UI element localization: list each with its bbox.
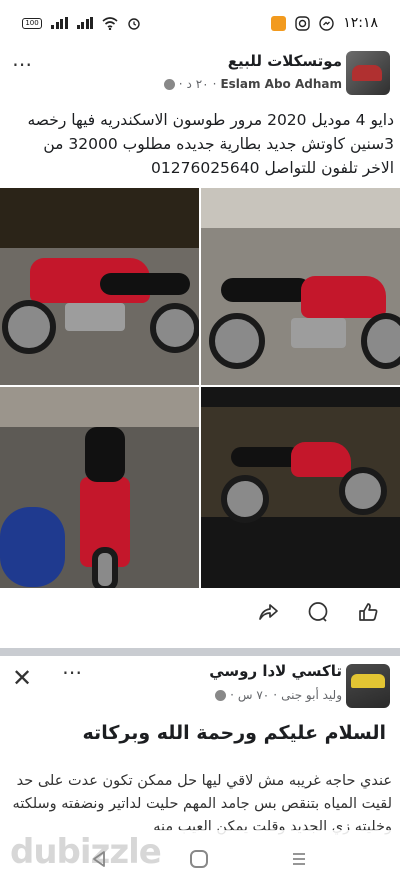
motorcycle-photo-4[interactable] [201,387,400,588]
post-divider [0,648,400,656]
bike-engine [291,318,346,348]
street-background [0,387,199,427]
app-notification-icon [271,15,287,31]
post-text: دايو 4 موديل 2020 مرور طوسون الاسكندريه … [27,111,395,177]
like-button[interactable] [356,600,380,624]
rear-wheel [221,475,269,523]
facebook-messenger-icon [319,15,334,31]
comment-icon [308,602,328,622]
share-icon [259,604,278,620]
motorcycle-photo-2[interactable] [201,188,400,385]
shop-background [0,188,199,248]
group-avatar[interactable] [346,51,390,95]
share-button[interactable] [256,600,280,624]
author-name[interactable]: Eslam Abo Adham [220,77,342,91]
bike-fuel-tank [291,442,351,477]
more-options-icon[interactable]: ⋯ [12,52,33,76]
rear-wheel [209,313,265,369]
group-name[interactable]: موتسكلات للبيع [228,52,342,70]
bottom-navigation-bar: dubizzle [0,830,400,888]
recent-apps-icon[interactable] [288,848,310,870]
globe-icon [215,689,227,701]
meta-separator: · [212,77,217,91]
post-age: ٧٠ س [237,688,270,702]
group-name[interactable]: تاكسي لادا روسي [209,662,342,680]
front-wheel [339,467,387,515]
instagram-icon [295,15,310,31]
street-background [201,188,400,228]
author-name[interactable]: وليد أبو جنى [281,688,342,702]
dubizzle-watermark: dubizzle [10,832,162,872]
motorcycle-photo-3[interactable] [0,387,199,588]
battery-icon: 100 [22,17,42,29]
front-wheel [361,313,400,369]
comment-button[interactable] [306,600,330,624]
post2-header: ✕ ⋯ تاكسي لادا روسي وليد أبو جنى · ٧٠ س … [0,656,400,714]
bike-seat [100,273,190,295]
wifi-icon [102,16,118,30]
status-right: ١٢:١٨ [271,15,378,31]
rear-wheel [92,547,118,588]
signal-icon [51,17,68,29]
post-age: ٢٠ د [186,77,209,91]
meta-separator: · [273,688,278,702]
alarm-icon [128,18,140,30]
post-header: ⋯ موتسكلات للبيع Eslam Abo Adham · ٢٠ د … [0,46,400,104]
post-meta: وليد أبو جنى · ٧٠ س · [215,688,342,702]
battery-level: 100 [25,18,39,27]
bike-fuel-tank [301,276,386,318]
blue-bike-partial [0,507,65,587]
bike-seat [221,278,311,302]
clock: ١٢:١٨ [343,15,378,31]
post2-body: عندي حاجه غريبه مش لاقي ليها حل ممكن تكو… [12,773,392,835]
back-icon[interactable] [88,848,110,870]
like-icon [359,603,378,621]
bike-engine [65,303,125,331]
home-icon[interactable] [190,850,208,868]
motorcycle-photo-1[interactable] [0,188,199,385]
post-actions [256,600,380,624]
status-bar: 100 ١٢:١٨ [0,0,400,46]
signal-icon-2 [76,17,93,29]
rear-wheel [150,303,199,353]
globe-icon [163,78,175,90]
meta-separator-2: · [230,688,234,702]
post2-greeting: السلام عليكم ورحمة الله وبركاته [82,722,386,744]
meta-separator-2: · [178,77,183,91]
close-icon[interactable]: ✕ [12,664,32,692]
post-meta: Eslam Abo Adham · ٢٠ د · [163,77,342,91]
status-left: 100 [22,16,141,30]
front-wheel [2,300,56,354]
group-avatar[interactable] [346,664,390,708]
bike-handlebar [85,427,125,482]
more-options-icon[interactable]: ⋯ [62,660,83,684]
